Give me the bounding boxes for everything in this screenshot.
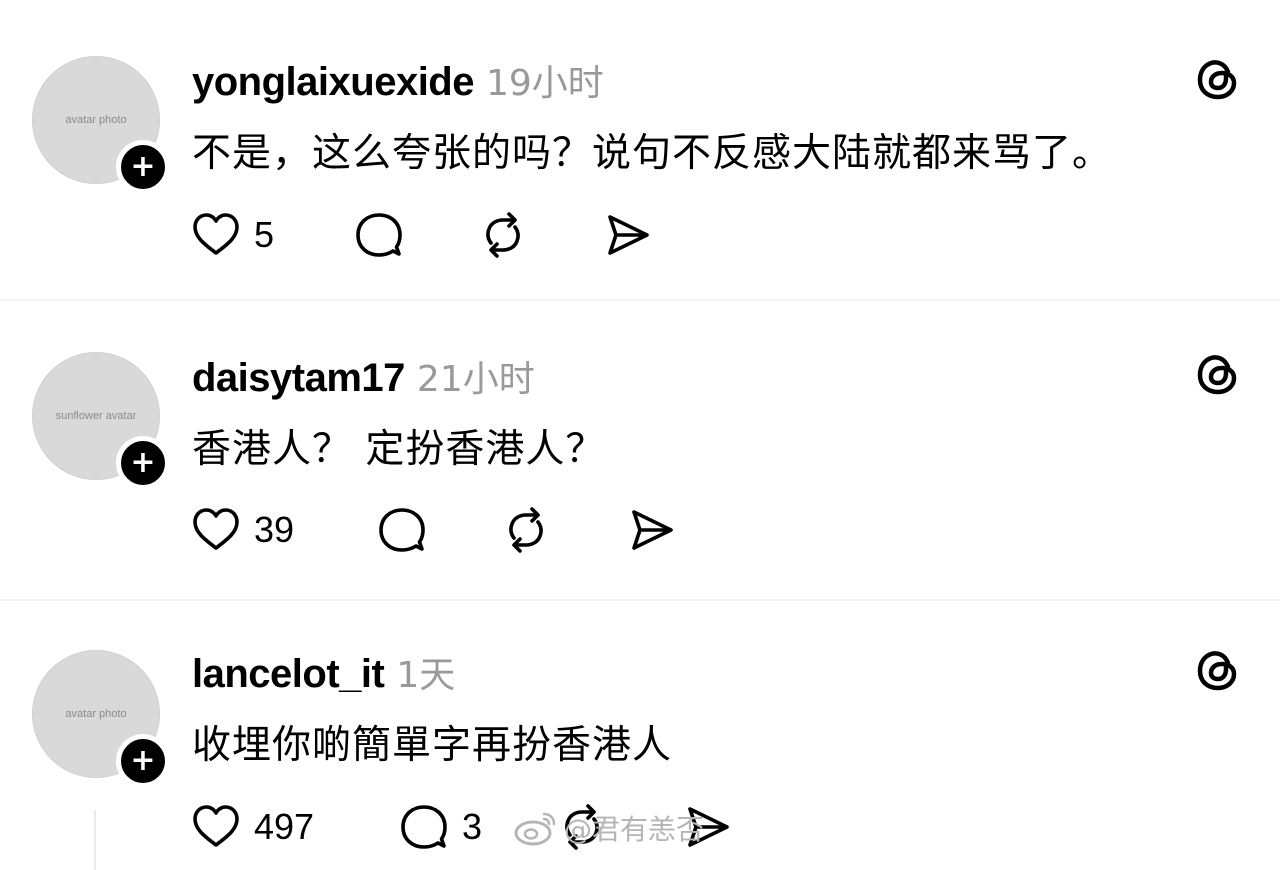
repost-button[interactable]	[500, 503, 552, 557]
reply-button[interactable]	[353, 208, 405, 262]
like-count: 5	[254, 214, 275, 255]
heart-icon	[193, 805, 239, 847]
post-header: lancelot_it 1天	[192, 646, 455, 698]
post-1: avatar photo + yonglaixuexide 19小时 不是，这么…	[0, 0, 1280, 300]
username[interactable]: lancelot_it	[192, 652, 385, 697]
avatar-container[interactable]: avatar photo +	[32, 56, 170, 194]
follow-button[interactable]: +	[116, 734, 170, 788]
like-count: 39	[254, 509, 295, 550]
post-text: 香港人？ 定扮香港人？	[192, 427, 606, 472]
like-count: 497	[254, 806, 315, 847]
threads-logo-icon[interactable]	[1194, 55, 1242, 103]
share-icon	[632, 510, 673, 550]
repost-icon	[509, 507, 543, 553]
like-button[interactable]: 5	[190, 208, 274, 262]
avatar-container[interactable]: avatar photo +	[32, 650, 170, 788]
comment-icon	[401, 805, 447, 849]
post-header: yonglaixuexide 19小时	[192, 54, 604, 106]
post-header: daisytam17 21小时	[192, 350, 535, 402]
share-button[interactable]	[624, 503, 676, 557]
username[interactable]: yonglaixuexide	[192, 60, 474, 105]
timestamp: 21小时	[416, 359, 535, 400]
username[interactable]: daisytam17	[192, 356, 405, 401]
avatar-container[interactable]: sunflower avatar +	[32, 352, 170, 490]
follow-button[interactable]: +	[116, 436, 170, 490]
like-button[interactable]: 497	[190, 800, 314, 854]
share-button[interactable]	[600, 208, 652, 262]
reply-button[interactable]: 3	[398, 800, 482, 854]
post-text: 不是，这么夸张的吗？说句不反感大陆就都来骂了。	[192, 131, 1113, 176]
reply-button[interactable]	[376, 503, 428, 557]
timestamp: 19小时	[485, 63, 604, 104]
follow-button[interactable]: +	[116, 140, 170, 194]
like-button[interactable]: 39	[190, 503, 294, 557]
share-icon	[608, 215, 649, 255]
post-text: 收埋你啲簡單字再扮香港人	[192, 723, 673, 768]
heart-icon	[193, 508, 239, 550]
comment-icon	[356, 213, 402, 257]
comment-icon	[379, 508, 425, 552]
reply-count: 3	[462, 806, 483, 847]
heart-icon	[193, 213, 239, 255]
weibo-logo-icon	[514, 812, 556, 846]
post-2: sunflower avatar + daisytam17 21小时 香港人？ …	[0, 300, 1280, 600]
repost-icon	[486, 212, 520, 258]
thread-line	[94, 810, 96, 870]
watermark-text: @君有恙否	[564, 813, 705, 846]
threads-logo-icon[interactable]	[1194, 646, 1242, 694]
timestamp: 1天	[396, 655, 456, 696]
watermark: @君有恙否	[512, 808, 704, 848]
threads-logo-icon[interactable]	[1194, 350, 1242, 398]
repost-button[interactable]	[477, 208, 529, 262]
